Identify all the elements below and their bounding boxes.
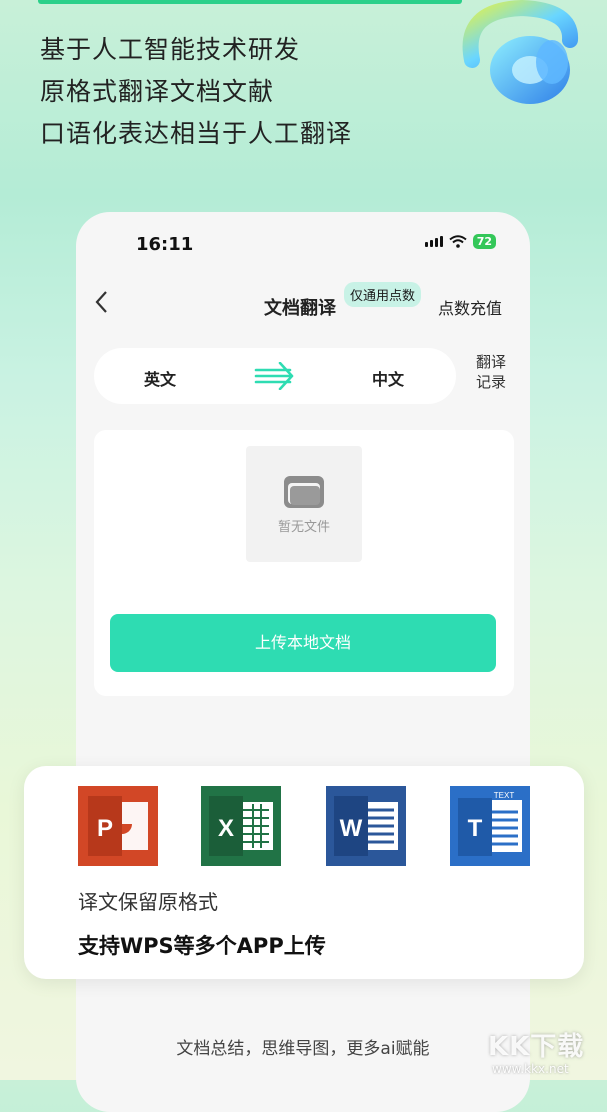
svg-text:P: P <box>97 815 113 842</box>
headline-1: 基于人工智能技术研发 <box>40 35 301 64</box>
chevron-left-icon <box>95 291 107 313</box>
swap-arrow-icon[interactable] <box>254 362 296 390</box>
recharge-points-link[interactable]: 点数充值 <box>438 295 502 319</box>
target-language-button[interactable]: 中文 <box>372 366 404 390</box>
upload-local-document-button[interactable]: 上传本地文档 <box>110 614 496 672</box>
upload-card: 暂无文件 上传本地文档 <box>94 430 514 696</box>
language-selector: 英文 中文 <box>94 348 456 404</box>
supported-formats-card: P X W TEXT T 译文保留原格式 支持WPS等多个APP上传 <box>24 766 584 979</box>
back-button[interactable] <box>94 290 108 319</box>
svg-text:X: X <box>218 815 234 842</box>
empty-state: 暂无文件 <box>246 446 362 562</box>
powerpoint-icon: P <box>78 786 158 866</box>
3d-ring-decoration-icon <box>462 0 578 104</box>
status-icons: 72 <box>424 234 496 249</box>
text-icon: TEXT T <box>450 786 530 866</box>
svg-text:TEXT: TEXT <box>494 791 515 800</box>
folder-icon <box>284 476 324 508</box>
page-title: 文档翻译 <box>264 298 336 319</box>
empty-state-text: 暂无文件 <box>277 520 330 535</box>
site-watermark: KK下载 www.kkx.net <box>488 1026 600 1078</box>
word-icon: W <box>326 786 406 866</box>
points-badge: 仅通用点数 <box>344 282 422 307</box>
translation-history-button[interactable]: 翻译记录 <box>474 352 508 392</box>
svg-text:T: T <box>468 815 483 842</box>
headline-2: 原格式翻译文档文献 <box>40 77 275 106</box>
headline-3: 口语化表达相当于人工翻译 <box>40 119 353 148</box>
format-preserved-text: 译文保留原格式 <box>78 890 218 914</box>
source-language-button[interactable]: 英文 <box>144 366 176 390</box>
watermark-logo: KK下载 <box>488 1032 585 1062</box>
wifi-icon <box>449 235 467 248</box>
top-accent-bar <box>38 0 462 4</box>
signal-icon <box>424 236 443 247</box>
excel-icon: X <box>201 786 281 866</box>
footer-feature-text: 文档总结，思维导图，更多ai赋能 <box>176 1039 430 1059</box>
multi-app-upload-text: 支持WPS等多个APP上传 <box>78 934 326 958</box>
battery-icon: 72 <box>472 234 496 249</box>
watermark-url: www.kkx.net <box>492 1062 569 1076</box>
status-time: 16:11 <box>136 234 194 255</box>
svg-text:W: W <box>340 815 363 842</box>
